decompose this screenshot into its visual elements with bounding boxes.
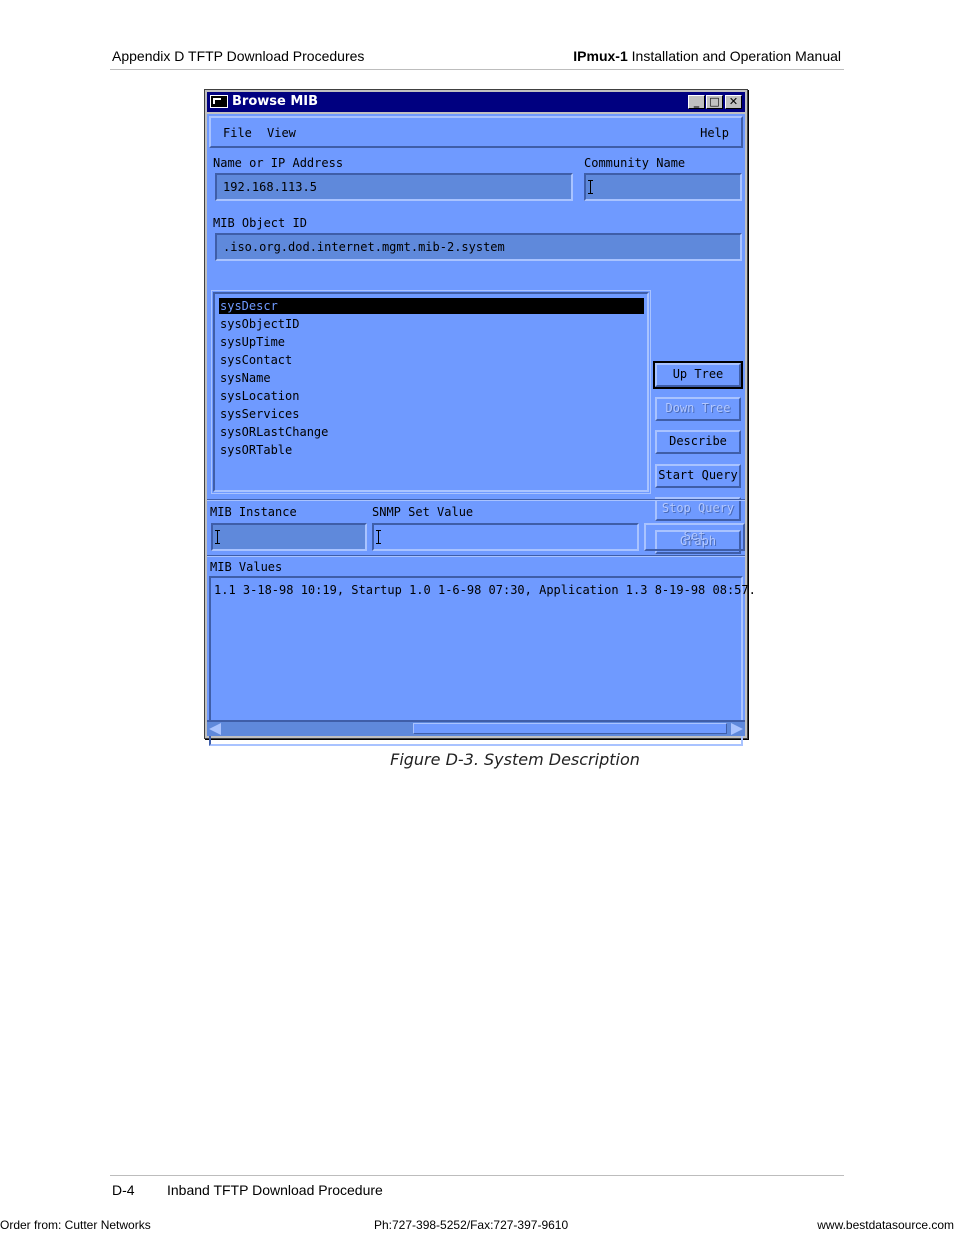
website-text: www.bestdatasource.com: [817, 1218, 954, 1232]
text-cursor-icon: [215, 530, 220, 544]
maximize-button[interactable]: □: [706, 95, 723, 109]
section-divider: [207, 555, 745, 557]
scrollbar-thumb[interactable]: [413, 723, 727, 734]
community-name-input[interactable]: [584, 173, 742, 201]
horizontal-scrollbar[interactable]: [207, 720, 745, 736]
list-item[interactable]: sysLocation: [219, 388, 299, 404]
text-cursor-icon: [376, 530, 381, 544]
footer-rule: [110, 1175, 844, 1176]
mib-values-text: 1.1 3-18-98 10:19, Startup 1.0 1-6-98 07…: [214, 583, 756, 597]
order-from-text: Order from: Cutter Networks: [0, 1218, 151, 1232]
name-or-ip-value: 192.168.113.5: [223, 180, 317, 194]
list-item[interactable]: sysServices: [219, 406, 299, 422]
header-rule: [110, 69, 844, 70]
community-name-label: Community Name: [584, 156, 686, 170]
name-or-ip-input[interactable]: 192.168.113.5: [215, 173, 573, 201]
list-item[interactable]: sysDescr: [219, 298, 644, 314]
list-item[interactable]: sysName: [219, 370, 271, 386]
scroll-left-arrow-icon[interactable]: [209, 723, 221, 735]
list-item[interactable]: sysObjectID: [219, 316, 299, 332]
page-number: D-4: [112, 1182, 135, 1198]
mib-object-id-input[interactable]: .iso.org.dod.internet.mgmt.mib-2.system: [215, 233, 742, 261]
mib-object-id-value: .iso.org.dod.internet.mgmt.mib-2.system: [223, 240, 505, 254]
manual-title: Installation and Operation Manual: [627, 48, 841, 64]
manual-product-name: IPmux-1: [573, 48, 628, 64]
menu-file[interactable]: File: [223, 126, 252, 140]
window-title: Browse MIB: [232, 94, 319, 109]
menu-bar: File View Help: [209, 116, 743, 148]
menu-view[interactable]: View: [267, 126, 296, 140]
list-item[interactable]: sysORTable: [219, 442, 292, 458]
up-tree-button[interactable]: Up Tree: [653, 361, 743, 389]
terminal-icon: [210, 95, 228, 108]
page-header-right: IPmux-1 Installation and Operation Manua…: [573, 48, 841, 64]
snmp-set-value-input[interactable]: [372, 523, 639, 551]
window-client: File View Help Name or IP Address 192.16…: [207, 114, 756, 746]
page-header-left: Appendix D TFTP Download Procedures: [112, 48, 365, 64]
list-item[interactable]: sysContact: [219, 352, 292, 368]
phone-fax-text: Ph:727-398-5252/Fax:727-397-9610: [374, 1218, 569, 1232]
mib-values-label: MIB Values: [210, 560, 283, 574]
scroll-right-arrow-icon[interactable]: [731, 723, 743, 735]
close-button[interactable]: ✕: [725, 95, 742, 109]
set-button[interactable]: Set: [644, 523, 745, 551]
mib-object-id-label: MIB Object ID: [213, 216, 307, 230]
snmp-set-value-label: SNMP Set Value: [372, 505, 474, 519]
minimize-button[interactable]: _: [688, 95, 705, 109]
mib-object-list[interactable]: sysDescr sysObjectID sysUpTime sysContac…: [211, 290, 651, 494]
browse-mib-window: Browse MIB _ □ ✕ File View Help Name or …: [204, 89, 756, 746]
menu-help[interactable]: Help: [700, 126, 729, 140]
mib-instance-input[interactable]: [211, 523, 367, 551]
list-item[interactable]: sysORLastChange: [219, 424, 328, 440]
mib-instance-label: MIB Instance: [210, 505, 297, 519]
title-bar[interactable]: Browse MIB _ □ ✕: [207, 92, 745, 112]
list-item[interactable]: sysUpTime: [219, 334, 285, 350]
figure-caption: Figure D-3. System Description: [390, 750, 640, 769]
down-tree-button[interactable]: Down Tree: [655, 397, 741, 421]
footer-section-title: Inband TFTP Download Procedure: [167, 1182, 383, 1198]
section-divider: [207, 499, 745, 501]
start-query-button[interactable]: Start Query: [655, 464, 741, 488]
name-or-ip-label: Name or IP Address: [213, 156, 344, 170]
describe-button[interactable]: Describe: [655, 430, 741, 454]
text-cursor-icon: [588, 180, 593, 194]
